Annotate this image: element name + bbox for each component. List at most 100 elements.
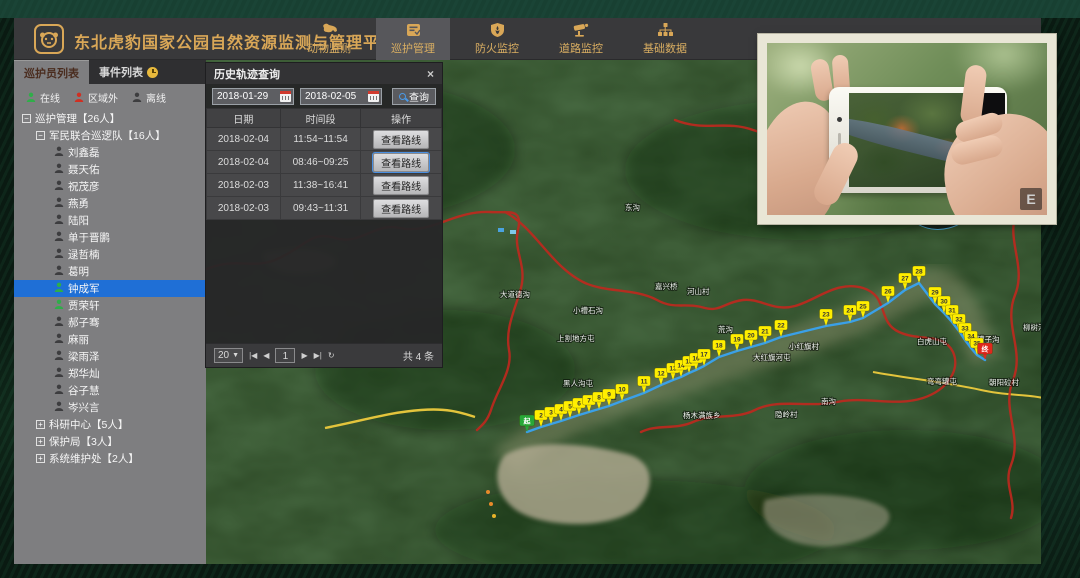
person-icon bbox=[54, 265, 64, 278]
date-to-value: 2018-02-05 bbox=[305, 91, 356, 102]
tree-member-逯哲楠[interactable]: 逯哲楠 bbox=[14, 246, 206, 263]
tree-label: 聂天佑 bbox=[68, 162, 100, 177]
cell-date: 2018-02-03 bbox=[207, 174, 281, 197]
tree-member-陆阳[interactable]: 陆阳 bbox=[14, 212, 206, 229]
svg-text:20: 20 bbox=[747, 333, 755, 340]
svg-text:3: 3 bbox=[549, 410, 553, 417]
first-page-button[interactable]: |◀ bbox=[249, 351, 257, 360]
svg-text:32: 32 bbox=[955, 317, 963, 324]
nav-item-基础数据[interactable]: 基础数据 bbox=[628, 18, 702, 60]
nav-item-道路监控[interactable]: 道路监控 bbox=[544, 18, 618, 60]
expand-icon[interactable]: + bbox=[36, 437, 45, 446]
view-route-button[interactable]: 查看路线 bbox=[373, 130, 429, 149]
date-from-input[interactable]: 2018-01-29 bbox=[212, 88, 294, 105]
page-size-value: 20 bbox=[218, 350, 229, 361]
animal-icon bbox=[321, 23, 338, 38]
refresh-icon[interactable]: ↻ bbox=[328, 351, 335, 360]
tree-member-葛明[interactable]: 葛明 bbox=[14, 263, 206, 280]
collapse-icon[interactable]: − bbox=[36, 131, 45, 140]
tree-node-root[interactable]: −巡护管理【26人】 bbox=[14, 110, 206, 127]
sidebar: 巡护员列表 事件列表 在线区域外离线 −巡护管理【26人】−军民联合巡逻队【16… bbox=[14, 60, 206, 564]
table-row: 2018-02-0411:54~11:54查看路线 bbox=[207, 128, 442, 151]
tree-member-贾荣轩[interactable]: 贾荣轩 bbox=[14, 297, 206, 314]
tree-label: 郑华灿 bbox=[68, 366, 100, 381]
tree-member-祝茂彦[interactable]: 祝茂彦 bbox=[14, 178, 206, 195]
status-legend: 在线区域外离线 bbox=[14, 88, 206, 106]
view-route-button[interactable]: 查看路线 bbox=[373, 176, 429, 195]
person-icon bbox=[54, 282, 64, 295]
patrol-icon bbox=[406, 23, 421, 38]
collapse-icon[interactable]: − bbox=[22, 114, 31, 123]
tree-label: 单于晋鹏 bbox=[68, 230, 110, 245]
history-track-panel: 历史轨迹查询 × 2018-01-29 2018-02-05 查询 日期时间段 bbox=[205, 62, 443, 368]
tree-member-麻丽[interactable]: 麻丽 bbox=[14, 331, 206, 348]
svg-text:终: 终 bbox=[982, 345, 990, 354]
nav-item-巡护管理[interactable]: 巡护管理 bbox=[376, 18, 450, 60]
svg-text:9: 9 bbox=[607, 392, 611, 399]
tree-node-group[interactable]: +系统维护处【2人】 bbox=[14, 450, 206, 467]
calendar-icon[interactable] bbox=[368, 91, 379, 102]
watermark-logo: E bbox=[1020, 188, 1042, 210]
tree-label: 麻丽 bbox=[68, 332, 89, 347]
page-number-input[interactable]: 1 bbox=[275, 348, 295, 363]
map-label-上割地方屯: 上割地方屯 bbox=[557, 333, 595, 343]
column-header: 时间段 bbox=[280, 109, 361, 128]
tree-member-钟成军[interactable]: 钟成军 bbox=[14, 280, 206, 297]
cell-time-range: 08:46~09:25 bbox=[280, 151, 361, 174]
cell-time-range: 09:43~11:31 bbox=[280, 197, 361, 220]
nav-item-动物监测[interactable]: 动物监测 bbox=[292, 18, 366, 60]
query-button[interactable]: 查询 bbox=[392, 88, 436, 105]
tree-member-谷子慧[interactable]: 谷子慧 bbox=[14, 382, 206, 399]
nav-item-label: 道路监控 bbox=[559, 40, 603, 56]
person-icon bbox=[54, 146, 64, 159]
tree-member-燕勇[interactable]: 燕勇 bbox=[14, 195, 206, 212]
next-page-button[interactable]: ▶ bbox=[301, 351, 307, 360]
tree-member-聂天佑[interactable]: 聂天佑 bbox=[14, 161, 206, 178]
tree-label: 巡护管理【26人】 bbox=[35, 111, 120, 126]
tree-node-group[interactable]: +保护局【3人】 bbox=[14, 433, 206, 450]
nav-item-label: 基础数据 bbox=[643, 40, 687, 56]
legend-item-在线: 在线 bbox=[26, 90, 60, 105]
cell-date: 2018-02-04 bbox=[207, 151, 281, 174]
search-icon bbox=[399, 93, 406, 100]
svg-text:12: 12 bbox=[657, 371, 665, 378]
view-route-button[interactable]: 查看路线 bbox=[373, 199, 429, 218]
tree-member-单于晋鹏[interactable]: 单于晋鹏 bbox=[14, 229, 206, 246]
prev-page-button[interactable]: ◀ bbox=[263, 351, 269, 360]
tree-node-group[interactable]: +科研中心【5人】 bbox=[14, 416, 206, 433]
svg-text:4: 4 bbox=[559, 407, 563, 414]
tab-event-list[interactable]: 事件列表 bbox=[89, 60, 168, 84]
date-to-input[interactable]: 2018-02-05 bbox=[300, 88, 382, 105]
legend-item-离线: 离线 bbox=[132, 90, 166, 105]
svg-text:11: 11 bbox=[641, 379, 648, 386]
query-button-label: 查询 bbox=[409, 89, 429, 104]
main-nav: 动物监测 巡护管理 防火监控道路监控 基础数据 bbox=[292, 18, 712, 60]
tree-member-刘鑫磊[interactable]: 刘鑫磊 bbox=[14, 144, 206, 161]
person-icon bbox=[54, 197, 64, 210]
tree-node-team[interactable]: −军民联合巡逻队【16人】 bbox=[14, 127, 206, 144]
close-icon[interactable]: × bbox=[427, 67, 434, 81]
expand-icon[interactable]: + bbox=[36, 454, 45, 463]
patrol-tree: −巡护管理【26人】−军民联合巡逻队【16人】刘鑫磊聂天佑祝茂彦燕勇陆阳单于晋鹏… bbox=[14, 110, 206, 467]
view-route-button[interactable]: 查看路线 bbox=[373, 153, 429, 172]
tree-member-郑华灿[interactable]: 郑华灿 bbox=[14, 365, 206, 382]
last-page-button[interactable]: ▶| bbox=[314, 351, 322, 360]
person-icon bbox=[54, 384, 64, 397]
svg-text:2: 2 bbox=[539, 413, 543, 420]
tab-patrol-list[interactable]: 巡护员列表 bbox=[14, 60, 89, 84]
calendar-icon[interactable] bbox=[280, 91, 291, 102]
person-icon bbox=[54, 231, 64, 244]
svg-text:17: 17 bbox=[700, 352, 708, 359]
tree-member-梁雨泽[interactable]: 梁雨泽 bbox=[14, 348, 206, 365]
tree-member-岑兴言[interactable]: 岑兴言 bbox=[14, 399, 206, 416]
tree-member-郝子骞[interactable]: 郝子骞 bbox=[14, 314, 206, 331]
expand-icon[interactable]: + bbox=[36, 420, 45, 429]
nav-item-label: 巡护管理 bbox=[391, 40, 435, 56]
nav-item-防火监控[interactable]: 防火监控 bbox=[460, 18, 534, 60]
nav-item-label: 动物监测 bbox=[307, 40, 351, 56]
map-label-嘉兴桥: 嘉兴桥 bbox=[655, 281, 678, 291]
tree-label: 军民联合巡逻队【16人】 bbox=[49, 128, 166, 143]
tree-label: 钟成军 bbox=[68, 281, 100, 296]
tiger-logo-icon bbox=[34, 24, 64, 54]
page-size-select[interactable]: 20 ▼ bbox=[214, 348, 243, 363]
